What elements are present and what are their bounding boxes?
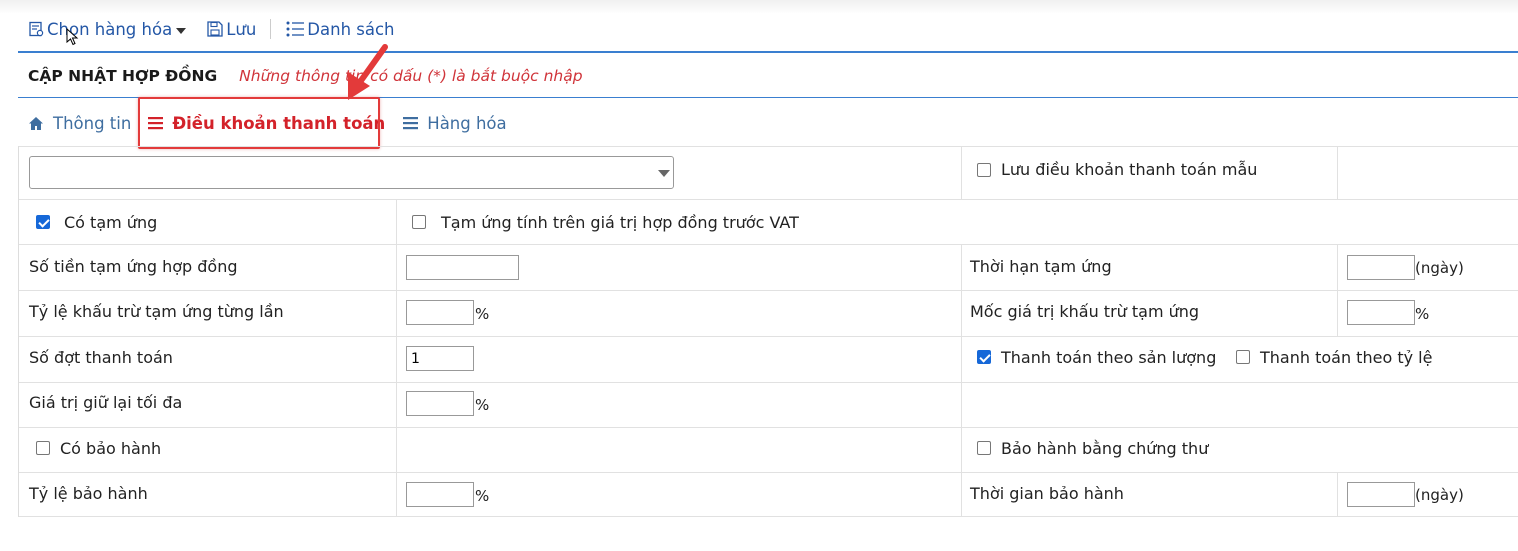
home-icon — [29, 116, 43, 130]
percent-unit: % — [475, 396, 490, 414]
goods-form-icon — [29, 21, 44, 36]
row-divider — [19, 199, 1518, 200]
advance-pre-vat-label: Tạm ứng tính trên giá trị hợp đồng trước… — [441, 213, 799, 232]
highlight-box — [138, 97, 380, 149]
payment-terms-form: Lưu điều khoản thanh toán mẫu Có tạm ứng… — [18, 146, 1518, 517]
col-divider — [961, 146, 962, 199]
warranty-rate-label: Tỷ lệ bảo hành — [29, 484, 148, 503]
list-label: Danh sách — [307, 19, 395, 39]
pay-by-rate-checkbox[interactable] — [1236, 350, 1250, 364]
required-note: Những thông tin có dấu (*) là bắt buộc n… — [239, 67, 583, 85]
row-divider — [19, 472, 1518, 473]
deduct-threshold-input[interactable] — [1347, 300, 1415, 325]
pay-by-rate-label: Thanh toán theo tỷ lệ — [1260, 348, 1433, 367]
toolbar: Chọn hàng hóa Lưu Danh sách — [28, 16, 395, 42]
max-retention-input[interactable] — [406, 391, 474, 416]
warranty-rate-input[interactable] — [406, 482, 474, 507]
deduct-threshold-label: Mốc giá trị khấu trừ tạm ứng — [970, 302, 1200, 321]
warranty-period-label: Thời gian bảo hành — [970, 484, 1124, 503]
deduct-rate-input[interactable] — [406, 300, 474, 325]
days-unit: (ngày) — [1415, 486, 1464, 504]
advance-label: Có tạm ứng — [64, 213, 158, 232]
warranty-period-input[interactable] — [1347, 482, 1415, 507]
installments-label: Số đợt thanh toán — [29, 348, 173, 367]
row-divider — [19, 382, 1518, 383]
row-divider — [19, 244, 1518, 245]
toolbar-divider — [270, 19, 272, 39]
annotation-arrow-icon — [348, 44, 388, 100]
row-divider — [19, 290, 1518, 291]
row-divider — [19, 336, 1518, 337]
list-button[interactable]: Danh sách — [285, 19, 395, 39]
list-icon — [403, 117, 419, 130]
col-divider — [396, 199, 397, 516]
row-divider — [19, 427, 1518, 428]
advance-amount-label: Số tiền tạm ứng hợp đồng — [29, 257, 238, 276]
title-row: CẬP NHẬT HỢP ĐỒNG Những thông tin có dấu… — [28, 64, 583, 88]
warranty-checkbox[interactable] — [36, 441, 50, 455]
save-template-checkbox[interactable] — [977, 163, 991, 177]
row-divider — [19, 146, 1518, 147]
pay-by-output-checkbox[interactable] — [977, 350, 991, 364]
pay-by-output-label: Thanh toán theo sản lượng — [1001, 348, 1217, 367]
advance-checkbox[interactable] — [36, 215, 50, 229]
tab-info-label: Thông tin — [53, 113, 132, 133]
warranty-certificate-checkbox[interactable] — [977, 441, 991, 455]
save-template-label: Lưu điều khoản thanh toán mẫu — [1001, 160, 1258, 179]
save-button[interactable]: Lưu — [206, 20, 256, 39]
percent-unit: % — [475, 305, 490, 323]
deduct-rate-label: Tỷ lệ khấu trừ tạm ứng từng lần — [29, 302, 284, 321]
percent-unit: % — [475, 487, 490, 505]
top-shadow — [0, 0, 1518, 14]
chevron-down-icon — [658, 170, 670, 177]
payment-template-select[interactable] — [29, 156, 674, 189]
installments-input[interactable] — [406, 346, 474, 371]
tab-info[interactable]: Thông tin — [28, 114, 131, 133]
warranty-label: Có bảo hành — [60, 439, 162, 458]
days-unit: (ngày) — [1415, 259, 1464, 277]
col-divider — [1337, 146, 1338, 199]
toolbar-divider-line — [18, 51, 1518, 53]
col-divider — [1337, 244, 1338, 336]
save-icon — [207, 21, 223, 37]
col-divider — [1337, 472, 1338, 516]
choose-goods-button[interactable]: Chọn hàng hóa — [28, 20, 187, 39]
tab-goods-label: Hàng hóa — [427, 113, 507, 133]
advance-pre-vat-checkbox[interactable] — [412, 215, 426, 229]
advance-term-input[interactable] — [1347, 255, 1415, 280]
page-title: CẬP NHẬT HỢP ĐỒNG — [28, 67, 218, 85]
percent-unit: % — [1415, 305, 1430, 323]
col-divider — [961, 244, 962, 516]
tab-goods[interactable]: Hàng hóa — [403, 113, 507, 133]
row-divider — [19, 516, 1518, 517]
advance-amount-input[interactable] — [406, 255, 519, 280]
save-label: Lưu — [226, 19, 257, 39]
list-icon — [286, 21, 305, 37]
advance-term-label: Thời hạn tạm ứng — [970, 257, 1112, 276]
mouse-pointer-icon — [66, 28, 79, 46]
chevron-down-icon — [176, 27, 187, 34]
warranty-certificate-label: Bảo hành bằng chứng thư — [1001, 439, 1209, 458]
max-retention-label: Giá trị giữ lại tối đa — [29, 393, 183, 412]
